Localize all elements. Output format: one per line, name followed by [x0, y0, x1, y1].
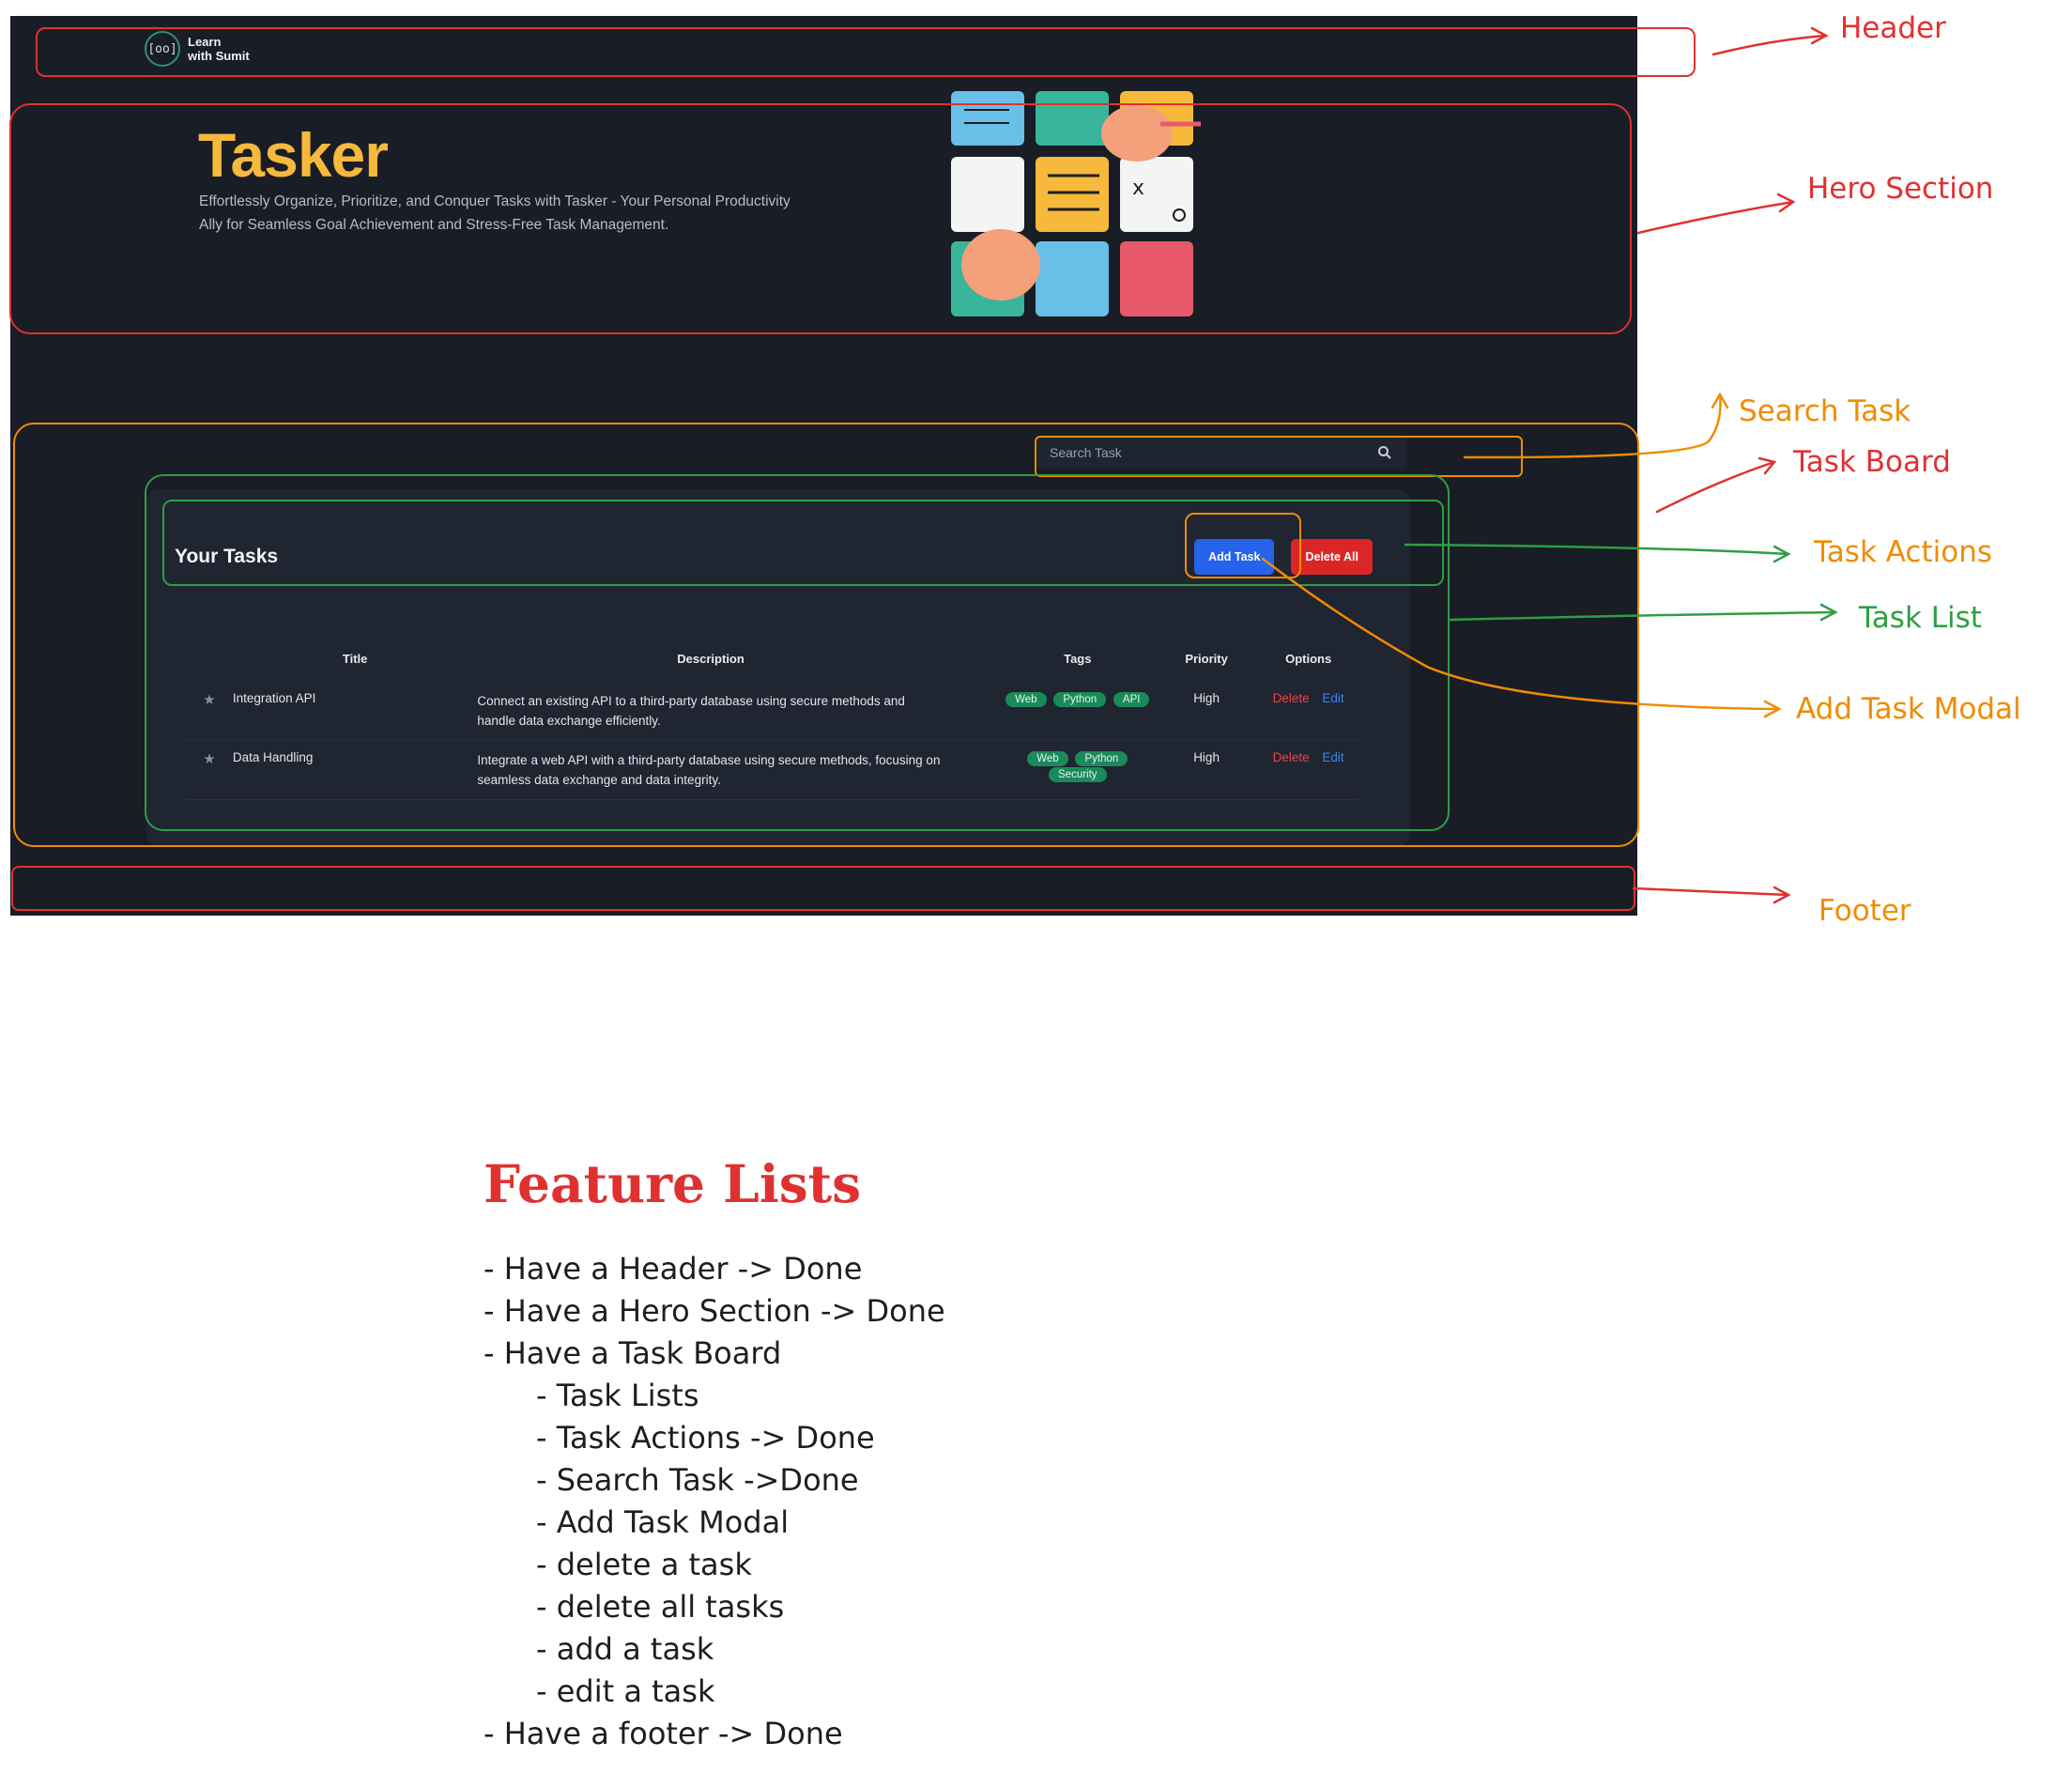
add-task-modal-arrow	[1261, 557, 1781, 711]
feature-item: - Have a Task Board	[483, 1335, 782, 1371]
feature-item: - Have a footer -> Done	[483, 1716, 843, 1751]
annotation-arrows	[1261, 26, 1838, 904]
feature-subitem: - Task Actions -> Done	[536, 1420, 875, 1456]
feature-subitem: - add a task	[536, 1631, 714, 1667]
feature-subitem: - delete all tasks	[536, 1589, 785, 1625]
task-list-arrow	[1449, 610, 1837, 622]
task-board-arrow	[1655, 460, 1776, 514]
feature-subitem: - Task Lists	[536, 1378, 699, 1413]
feature-list-title: Feature Lists	[483, 1153, 862, 1214]
feature-subitem: - delete a task	[536, 1547, 752, 1582]
feature-subitem: - Add Task Modal	[536, 1504, 790, 1540]
task-board-label: Task Board	[1793, 445, 1951, 479]
add-task-modal-label: Add Task Modal	[1796, 692, 2021, 726]
feature-item: - Have a Header -> Done	[483, 1251, 863, 1287]
feature-subitem: - Search Task ->Done	[536, 1462, 859, 1498]
feature-list: Feature Lists - Have a Header -> Done - …	[483, 1153, 945, 1755]
task-actions-label: Task Actions	[1814, 535, 1992, 569]
header-label: Header	[1840, 11, 1946, 45]
feature-subitem: - edit a task	[536, 1673, 715, 1709]
hero-arrow	[1636, 200, 1795, 235]
footer-arrow	[1632, 886, 1790, 897]
footer-label: Footer	[1819, 894, 1911, 928]
hero-section-label: Hero Section	[1807, 172, 1994, 206]
search-arrow	[1463, 393, 1722, 459]
task-list-label: Task List	[1859, 601, 1982, 635]
search-task-label: Search Task	[1739, 394, 1911, 428]
feature-items: - Have a Header -> Done - Have a Hero Se…	[483, 1248, 945, 1755]
feature-item: - Have a Hero Section -> Done	[483, 1293, 945, 1329]
task-actions-arrow	[1404, 543, 1790, 556]
header-arrow	[1711, 34, 1828, 56]
